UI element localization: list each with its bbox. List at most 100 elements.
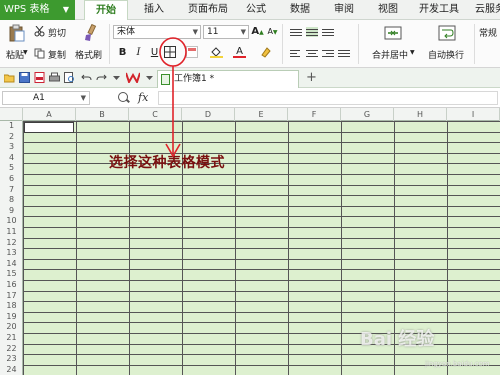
tab-view[interactable]: 视图	[370, 0, 406, 20]
customize-dropdown-icon[interactable]	[111, 72, 122, 83]
fill-color-icon[interactable]	[210, 46, 223, 58]
font-color-button[interactable]: A	[233, 45, 246, 58]
shrink-font-button[interactable]: A▼	[266, 25, 279, 38]
row-header-9[interactable]: 9	[0, 206, 23, 217]
chevron-down-icon: ▼	[23, 49, 28, 56]
grid-column-line	[447, 121, 448, 375]
tab-review[interactable]: 审阅	[326, 0, 362, 20]
column-header-g[interactable]: G	[341, 108, 394, 121]
align-top-icon[interactable]	[290, 27, 302, 37]
row-header-23[interactable]: 23	[0, 354, 23, 365]
cell-style-icon[interactable]	[186, 46, 198, 58]
copy-button[interactable]: 复制	[34, 47, 74, 61]
number-format-select[interactable]: 常规	[479, 26, 497, 39]
wrap-text-button[interactable]: 自动换行	[426, 22, 470, 66]
row-header-7[interactable]: 7	[0, 185, 23, 196]
save-icon[interactable]	[19, 72, 30, 83]
paintbrush-icon	[85, 24, 97, 41]
wps-app-menu-button[interactable]: WPS 表格 ▼	[0, 0, 75, 20]
print-preview-icon[interactable]	[64, 72, 75, 83]
tab-page-layout[interactable]: 页面布局	[180, 0, 236, 20]
undo-icon[interactable]	[81, 72, 92, 83]
wps-logo-icon[interactable]	[126, 72, 140, 83]
row-header-21[interactable]: 21	[0, 333, 23, 344]
select-all-corner[interactable]	[0, 108, 23, 121]
active-cell-a1[interactable]	[24, 122, 74, 133]
merge-center-button[interactable]: 合并居中 ▼	[372, 22, 416, 66]
row-header-12[interactable]: 12	[0, 238, 23, 249]
italic-button[interactable]: I	[132, 46, 145, 59]
column-header-row: A B C D E F G H I	[0, 108, 500, 121]
align-right-icon[interactable]	[322, 48, 334, 58]
clear-format-icon[interactable]	[259, 46, 271, 58]
align-center-icon[interactable]	[306, 48, 318, 58]
row-header-1[interactable]: 1	[0, 121, 23, 132]
column-header-b[interactable]: B	[76, 108, 129, 121]
row-header-6[interactable]: 6	[0, 174, 23, 185]
grid-row-line	[23, 290, 500, 292]
row-header-13[interactable]: 13	[0, 248, 23, 259]
row-header-19[interactable]: 19	[0, 312, 23, 323]
print-icon[interactable]	[49, 72, 60, 83]
tab-data[interactable]: 数据	[282, 0, 318, 20]
quick-access-bar: 工作簿1 * +	[0, 68, 500, 88]
font-size-select[interactable]: 11 ▼	[203, 25, 249, 39]
zoom-icon[interactable]	[118, 92, 128, 102]
underline-button[interactable]: U	[148, 46, 161, 59]
row-header-8[interactable]: 8	[0, 195, 23, 206]
row-header-24[interactable]: 24	[0, 365, 23, 375]
align-bottom-icon[interactable]	[322, 27, 334, 37]
formula-input[interactable]	[158, 91, 498, 105]
column-header-d[interactable]: D	[182, 108, 235, 121]
row-header-11[interactable]: 11	[0, 227, 23, 238]
tab-formulas[interactable]: 公式	[238, 0, 274, 20]
row-header-column: 1 2 3 4 5 6 7 8 9 10 11 12 13 14 15 16 17 18 19 20 21 22 23 24	[0, 121, 23, 375]
tab-insert[interactable]: 插入	[136, 0, 172, 20]
distribute-icon[interactable]	[338, 48, 350, 58]
bold-button[interactable]: B	[116, 46, 129, 59]
row-header-15[interactable]: 15	[0, 269, 23, 280]
row-header-3[interactable]: 3	[0, 142, 23, 153]
row-header-17[interactable]: 17	[0, 291, 23, 302]
redo-icon[interactable]	[96, 72, 107, 83]
column-header-a[interactable]: A	[23, 108, 76, 121]
grid-row-line	[23, 163, 500, 165]
add-tab-button[interactable]: +	[306, 70, 317, 85]
tab-dropdown-icon[interactable]	[144, 72, 155, 83]
cut-button[interactable]: 剪切	[34, 25, 74, 39]
tab-home[interactable]: 开始	[84, 0, 128, 20]
align-middle-icon[interactable]	[306, 27, 318, 37]
font-name-select[interactable]: 宋体 ▼	[113, 25, 201, 39]
column-header-c[interactable]: C	[129, 108, 182, 121]
row-header-14[interactable]: 14	[0, 259, 23, 270]
ribbon-home: 粘贴 ▼ 剪切 复制 格式刷 宋体 ▼ 11 ▼ A▲ A▼ B I U A 合…	[0, 20, 500, 68]
column-header-f[interactable]: F	[288, 108, 341, 121]
tab-developer[interactable]: 开发工具	[414, 0, 464, 20]
tab-cloud[interactable]: 云服务	[470, 0, 500, 20]
column-header-e[interactable]: E	[235, 108, 288, 121]
copy-icon	[34, 48, 45, 59]
row-header-20[interactable]: 20	[0, 322, 23, 333]
grid-row-line	[23, 280, 500, 281]
fx-icon[interactable]: fx	[138, 91, 148, 104]
row-header-18[interactable]: 18	[0, 301, 23, 312]
open-folder-icon[interactable]	[4, 72, 15, 83]
column-header-i[interactable]: I	[447, 108, 500, 121]
borders-icon[interactable]	[164, 46, 176, 58]
row-header-22[interactable]: 22	[0, 344, 23, 355]
row-header-16[interactable]: 16	[0, 280, 23, 291]
name-box[interactable]: A1 ▼	[2, 91, 90, 105]
tab-workbook1[interactable]: 工作簿1 *	[157, 70, 299, 88]
row-header-2[interactable]: 2	[0, 132, 23, 143]
column-header-h[interactable]: H	[394, 108, 447, 121]
format-painter-button[interactable]: 格式刷	[75, 22, 106, 66]
paste-button[interactable]: 粘贴 ▼	[3, 22, 31, 66]
grid-row-line	[23, 322, 500, 324]
row-header-5[interactable]: 5	[0, 163, 23, 174]
export-pdf-icon[interactable]	[34, 72, 45, 83]
row-header-10[interactable]: 10	[0, 216, 23, 227]
grow-font-button[interactable]: A▲	[251, 25, 264, 38]
align-left-icon[interactable]	[290, 48, 302, 58]
row-header-4[interactable]: 4	[0, 153, 23, 164]
grid-column-line	[341, 121, 342, 375]
